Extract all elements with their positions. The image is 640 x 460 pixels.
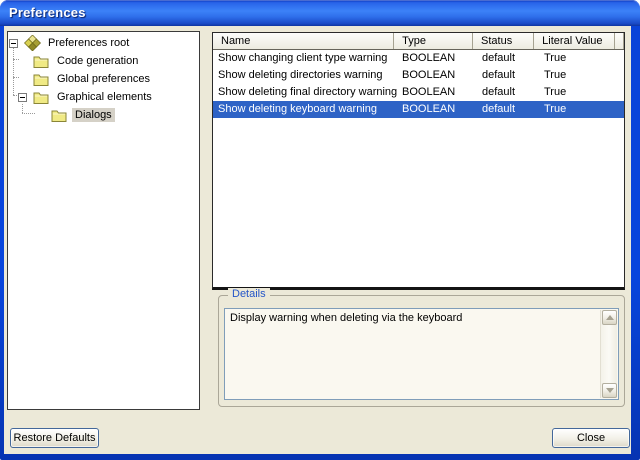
close-button[interactable]: Close: [552, 428, 630, 448]
scroll-down-button[interactable]: [602, 383, 617, 398]
vertical-scrollbar[interactable]: [600, 310, 617, 398]
cell-name: Show changing client type warning: [213, 50, 397, 67]
tree-item-preferences-root[interactable]: Preferences root: [8, 34, 199, 52]
table-header-row: Name Type Status Literal Value: [213, 33, 624, 50]
window-title: Preferences: [9, 5, 86, 20]
dialog-content: Preferences root Code generation: [4, 26, 631, 454]
column-header-status[interactable]: Status: [473, 33, 534, 49]
cell-literal-value: True: [539, 50, 621, 67]
details-textarea[interactable]: Display warning when deleting via the ke…: [224, 308, 619, 400]
table-row[interactable]: Show deleting final directory warning BO…: [213, 84, 624, 101]
cell-name: Show deleting final directory warning: [213, 84, 397, 101]
tree-item-global-preferences[interactable]: Global preferences: [8, 70, 199, 88]
expander-slot: [18, 93, 33, 102]
details-text-value: Display warning when deleting via the ke…: [230, 312, 462, 324]
table-row[interactable]: Show changing client type warning BOOLEA…: [213, 50, 624, 67]
tree-item-label: Code generation: [54, 54, 141, 68]
details-groupbox: Details Display warning when deleting vi…: [218, 295, 625, 407]
cell-name: Show deleting directories warning: [213, 67, 397, 84]
cell-type: BOOLEAN: [397, 50, 477, 67]
collapse-minus-icon[interactable]: [9, 39, 18, 48]
table-row-selected[interactable]: Show deleting keyboard warning BOOLEAN d…: [213, 101, 624, 118]
cell-type: BOOLEAN: [397, 101, 477, 118]
column-header-type[interactable]: Type: [394, 33, 473, 49]
chevron-up-icon: [606, 315, 614, 320]
preferences-tree: Preferences root Code generation: [7, 31, 200, 410]
cell-name: Show deleting keyboard warning: [213, 101, 397, 118]
folder-icon: [33, 53, 50, 69]
cell-type: BOOLEAN: [397, 84, 477, 101]
preferences-root-icon: [24, 35, 41, 51]
cell-literal-value: True: [539, 101, 621, 118]
titlebar[interactable]: Preferences: [0, 0, 640, 26]
details-group-label: Details: [228, 288, 270, 300]
cell-status: default: [477, 101, 539, 118]
folder-icon: [51, 107, 68, 123]
column-header-filler: [615, 33, 624, 49]
collapse-minus-icon[interactable]: [18, 93, 27, 102]
column-header-literal-value[interactable]: Literal Value: [534, 33, 615, 49]
scroll-up-button[interactable]: [602, 310, 617, 325]
cell-status: default: [477, 67, 539, 84]
cell-status: default: [477, 50, 539, 67]
tree-item-label-selected: Dialogs: [72, 108, 115, 122]
tree-item-label: Global preferences: [54, 72, 153, 86]
tree-item-dialogs[interactable]: Dialogs: [8, 106, 199, 124]
folder-icon: [33, 71, 50, 87]
tree-item-code-generation[interactable]: Code generation: [8, 52, 199, 70]
cell-type: BOOLEAN: [397, 67, 477, 84]
tree-item-label: Preferences root: [45, 36, 132, 50]
cell-status: default: [477, 84, 539, 101]
restore-defaults-button[interactable]: Restore Defaults: [10, 428, 99, 448]
cell-literal-value: True: [539, 67, 621, 84]
folder-icon: [33, 89, 50, 105]
table-row[interactable]: Show deleting directories warning BOOLEA…: [213, 67, 624, 84]
cell-literal-value: True: [539, 84, 621, 101]
tree-item-label: Graphical elements: [54, 90, 155, 104]
tree-item-graphical-elements[interactable]: Graphical elements: [8, 88, 199, 106]
preferences-dialog: Preferences Pref: [0, 0, 640, 460]
properties-table: Name Type Status Literal Value Show chan…: [212, 32, 625, 290]
column-header-name[interactable]: Name: [213, 33, 394, 49]
chevron-down-icon: [606, 388, 614, 393]
expander-slot: [9, 39, 24, 48]
